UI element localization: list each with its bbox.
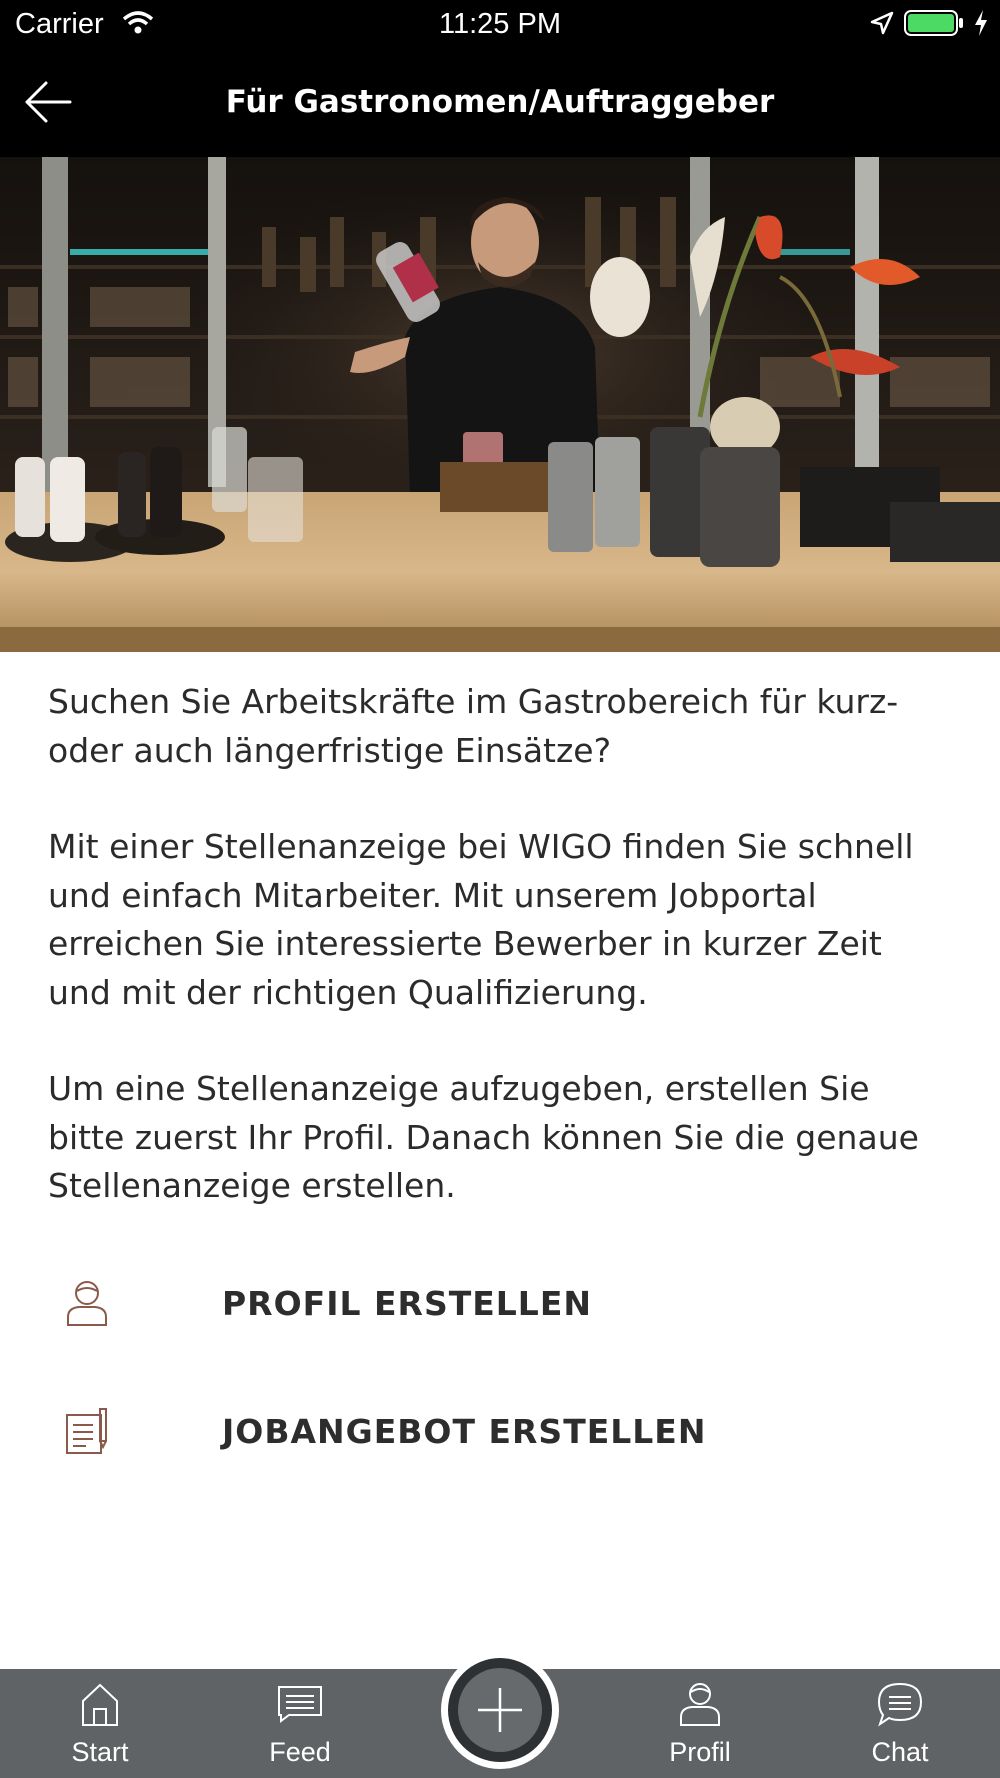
add-button[interactable] [441,1651,559,1769]
feed-icon [277,1685,323,1727]
create-profile-button[interactable]: PROFIL ERSTELLEN [48,1258,953,1348]
create-profile-label: PROFIL ERSTELLEN [222,1283,592,1323]
home-icon [80,1681,120,1731]
tab-label: Profil [669,1737,731,1767]
profile-icon [678,1681,722,1731]
paragraph: Suchen Sie Arbeitskräfte im Gastrobereic… [48,682,899,770]
tab-chat[interactable]: Chat [830,1669,970,1778]
document-icon [48,1401,126,1461]
tab-profil[interactable]: Profil [630,1669,770,1778]
paragraph: Um eine Stellenanzeige aufzugeben, erste… [48,1069,919,1205]
tab-label: Start [71,1737,129,1767]
charging-bolt-icon [974,10,988,41]
paragraph: Mit einer Stellenanzeige bei WIGO finden… [48,827,914,1012]
navigation-bar: Für Gastronomen/Auftraggeber [0,50,1000,157]
plus-icon [478,1688,522,1732]
intro-text: Suchen Sie Arbeitskräfte im Gastrobereic… [48,678,953,1259]
create-job-offer-label: JOBANGEBOT ERSTELLEN [222,1411,707,1451]
battery-icon [904,9,964,42]
tab-label: Chat [871,1737,929,1767]
user-icon [48,1273,126,1333]
location-arrow-icon [870,11,894,40]
chat-icon [876,1681,924,1731]
tab-feed[interactable]: Feed [230,1669,370,1778]
create-job-offer-button[interactable]: JOBANGEBOT ERSTELLEN [48,1386,953,1476]
status-bar: Carrier 11:25 PM [0,0,1000,50]
hero-image [0,157,1000,652]
tab-label: Feed [269,1737,331,1767]
tab-start[interactable]: Start [30,1669,170,1778]
page-title: Für Gastronomen/Auftraggeber [225,84,775,120]
clock: 11:25 PM [439,8,561,40]
